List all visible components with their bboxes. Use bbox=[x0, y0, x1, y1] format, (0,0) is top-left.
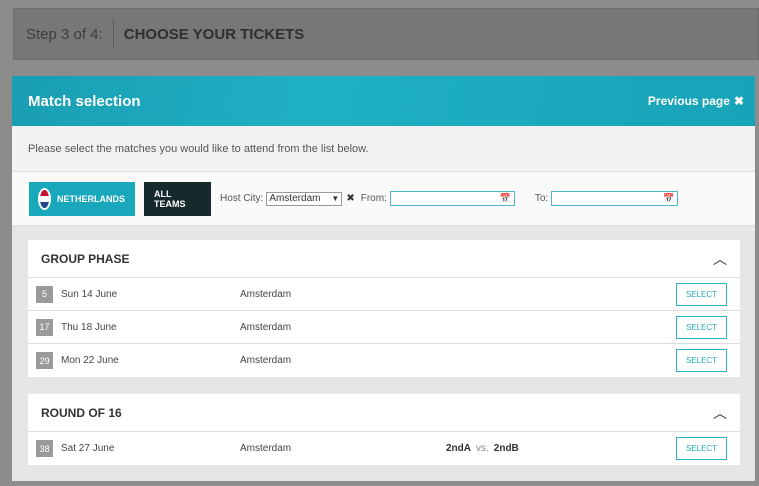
modal-header: Match selection Previous page ✖ bbox=[12, 76, 755, 126]
table-row: 5 Sun 14 June Amsterdam SELECT bbox=[28, 278, 740, 311]
vs-label: vs. bbox=[476, 443, 489, 454]
calendar-icon[interactable]: 📅 bbox=[500, 193, 511, 204]
match-date: Thu 18 June bbox=[61, 321, 117, 333]
select-button[interactable]: SELECT bbox=[676, 349, 727, 372]
calendar-icon[interactable]: 📅 bbox=[663, 193, 674, 204]
previous-page-label: Previous page bbox=[647, 94, 730, 108]
table-row: 17 Thu 18 June Amsterdam SELECT bbox=[28, 311, 740, 344]
select-button[interactable]: SELECT bbox=[676, 316, 727, 339]
table-row: 38 Sat 27 June Amsterdam 2ndA vs. 2ndB SEL… bbox=[28, 432, 740, 465]
team-netherlands-label: NETHERLANDS bbox=[56, 193, 125, 204]
step-number: Step 3 of 4: bbox=[26, 25, 103, 43]
from-label: From: bbox=[360, 193, 387, 204]
match-selection-modal: Match selection Previous page ✖ Please s… bbox=[12, 76, 755, 481]
from-date-input[interactable]: 📅 bbox=[389, 191, 515, 206]
match-date: Sun 14 June bbox=[61, 288, 118, 300]
intro-text: Please select the matches you would like… bbox=[12, 126, 755, 172]
netherlands-flag-icon bbox=[38, 187, 51, 210]
away-team: 2ndB bbox=[493, 443, 519, 454]
select-button[interactable]: SELECT bbox=[676, 283, 727, 306]
match-date: Sat 27 June bbox=[61, 443, 115, 454]
step-divider bbox=[112, 19, 114, 49]
match-city: Amsterdam bbox=[240, 321, 292, 333]
match-list: GROUP PHASE ︿ 5 Sun 14 June Amsterdam SE… bbox=[12, 226, 755, 481]
table-row: 29 Mon 22 June Amsterdam SELECT bbox=[28, 344, 740, 377]
chevron-up-icon[interactable]: ︿ bbox=[713, 249, 727, 269]
section-header[interactable]: ROUND OF 16 ︿ bbox=[28, 394, 740, 432]
match-number: 17 bbox=[36, 318, 53, 336]
match-teams: 2ndA vs. 2ndB bbox=[446, 443, 519, 454]
step-title: CHOOSE YOUR TICKETS bbox=[123, 25, 305, 43]
match-number: 5 bbox=[36, 285, 53, 303]
step-header: Step 3 of 4: CHOOSE YOUR TICKETS bbox=[13, 8, 759, 60]
section-round-of-16: ROUND OF 16 ︿ 38 Sat 27 June Amsterdam 2… bbox=[28, 394, 740, 465]
match-city: Amsterdam bbox=[240, 443, 292, 454]
team-netherlands-button[interactable]: NETHERLANDS bbox=[29, 181, 135, 216]
section-title: GROUP PHASE bbox=[41, 251, 130, 266]
match-number: 38 bbox=[36, 440, 53, 457]
select-button[interactable]: SELECT bbox=[676, 437, 727, 460]
match-date: Mon 22 June bbox=[61, 355, 119, 366]
team-all-button[interactable]: ALL TEAMS bbox=[144, 181, 211, 216]
chevron-down-icon: ▼ bbox=[331, 194, 340, 203]
close-icon: ✖ bbox=[733, 94, 744, 108]
section-header[interactable]: GROUP PHASE ︿ bbox=[28, 240, 740, 278]
home-team: 2ndA bbox=[446, 443, 471, 454]
host-city-label: Host City: bbox=[220, 193, 264, 204]
clear-city-icon[interactable]: ✖ bbox=[346, 193, 354, 204]
to-label: To: bbox=[534, 193, 549, 204]
to-date-input[interactable]: 📅 bbox=[551, 191, 679, 206]
chevron-up-icon[interactable]: ︿ bbox=[713, 403, 727, 423]
host-city-select[interactable]: Amsterdam ▼ bbox=[266, 191, 343, 206]
match-city: Amsterdam bbox=[240, 355, 292, 366]
section-group-phase: GROUP PHASE ︿ 5 Sun 14 June Amsterdam SE… bbox=[28, 240, 740, 377]
previous-page-button[interactable]: Previous page ✖ bbox=[648, 94, 744, 108]
match-city: Amsterdam bbox=[240, 288, 292, 300]
section-title: ROUND OF 16 bbox=[41, 405, 122, 420]
host-city-value: Amsterdam bbox=[269, 193, 321, 204]
filter-bar: NETHERLANDS ALL TEAMS Host City: Amsterd… bbox=[12, 172, 755, 226]
match-number: 29 bbox=[36, 352, 53, 369]
modal-title: Match selection bbox=[28, 92, 141, 110]
